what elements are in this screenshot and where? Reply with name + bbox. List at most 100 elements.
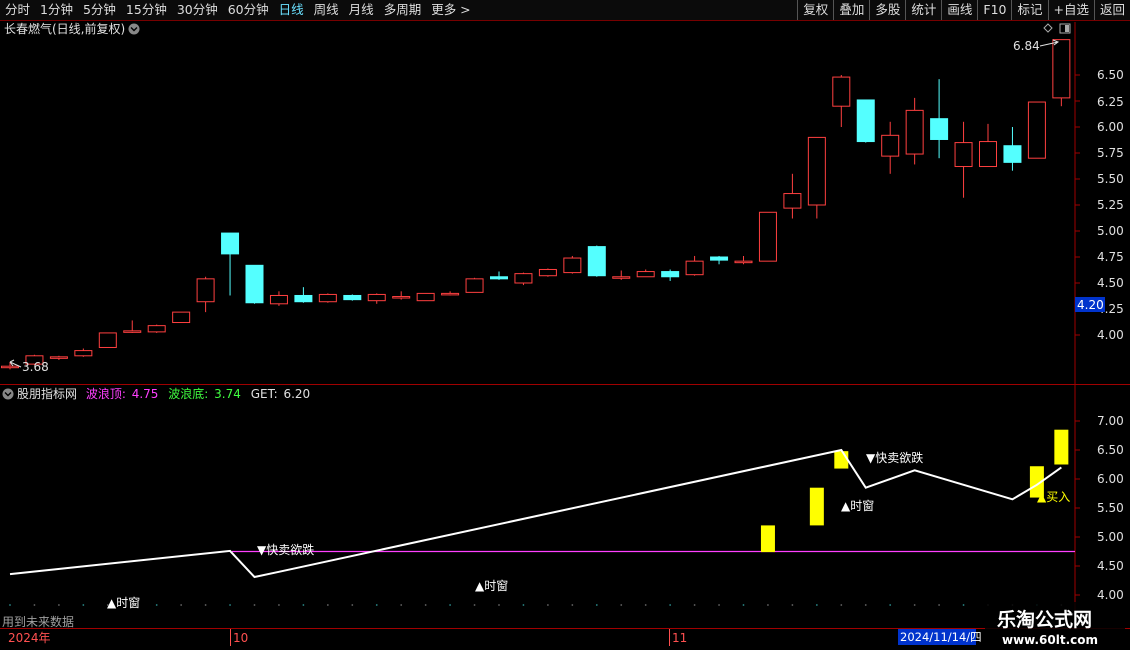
candle — [441, 291, 460, 296]
candle-body — [807, 136, 826, 206]
candle-body — [710, 256, 729, 261]
signal-dot — [302, 604, 305, 606]
get-label: GET: — [251, 387, 278, 401]
indicator-name: 股朋指标网 — [17, 386, 77, 401]
y-tick: 5.50 — [1097, 501, 1124, 515]
candle — [392, 291, 411, 300]
candle — [685, 255, 704, 276]
signal-dot — [375, 604, 378, 606]
get-value: 6.20 — [283, 387, 310, 401]
indicator-header: 股朋指标网 波浪顶: 4.75 波浪底: 3.74 GET: 6.20 — [17, 386, 310, 401]
candle — [612, 270, 631, 280]
candle-body — [98, 332, 117, 348]
y-tick: 4.50 — [1097, 559, 1124, 573]
candle-body — [612, 276, 631, 279]
candle-body — [269, 294, 288, 305]
signal-dot — [962, 604, 965, 606]
signal-dot — [155, 604, 158, 606]
y-tick: 5.75 — [1097, 146, 1124, 160]
candle-body — [954, 142, 973, 168]
indicator-chevron-icon[interactable] — [2, 388, 14, 400]
candle — [661, 269, 680, 281]
candle — [856, 99, 875, 143]
signal-dot — [58, 604, 60, 606]
y-tick: 4.00 — [1097, 328, 1124, 342]
candle — [343, 294, 362, 301]
signal-bars — [760, 429, 1069, 553]
signal-dot — [571, 604, 574, 606]
diamond-icon[interactable] — [1043, 23, 1053, 33]
candle-body — [1, 365, 19, 369]
time-window-label: ▲时窗 — [107, 596, 140, 610]
candle — [269, 291, 288, 306]
signal-dots — [9, 604, 1063, 606]
watermark-title: 乐淘公式网 — [997, 608, 1092, 631]
y-tick: 5.25 — [1097, 198, 1124, 212]
candle-body — [221, 232, 240, 255]
signal-dot — [669, 604, 672, 606]
candle — [1027, 101, 1046, 159]
candle — [318, 293, 337, 303]
chart-canvas[interactable]: 长春燃气(日线,前复权) 6.50 6.00 6.25 5.75 5.50 5.… — [0, 0, 1130, 650]
candle-body — [416, 292, 435, 302]
signal-bar — [760, 525, 775, 553]
signal-dot — [913, 604, 916, 606]
signal-dot — [791, 604, 794, 606]
candle-body — [172, 311, 191, 324]
candle-body — [636, 271, 655, 278]
candle — [196, 276, 215, 313]
candle-body — [661, 271, 680, 278]
signal-dot — [938, 604, 940, 606]
candle — [245, 264, 264, 304]
y-tick: 4.00 — [1097, 588, 1124, 602]
candle-body — [465, 278, 484, 293]
candle-body — [49, 356, 68, 359]
y-tick: 6.00 — [1097, 120, 1124, 134]
candle — [123, 320, 142, 333]
signal-dot — [180, 604, 183, 606]
signal-dot — [253, 604, 256, 606]
candle-body — [245, 264, 264, 304]
wave-bottom-label: 波浪底: — [168, 386, 208, 401]
window-icon[interactable] — [1059, 23, 1071, 34]
candle — [416, 292, 435, 302]
chevron-down-icon[interactable] — [128, 23, 140, 35]
signal-dot — [449, 604, 451, 606]
candle-body — [367, 293, 386, 302]
year-label: 2024年 — [8, 631, 51, 645]
sell-signal-label: ▼快卖欲跌 — [866, 450, 923, 465]
candle — [832, 75, 851, 127]
buy-signal-label: ▲买入 — [1037, 490, 1070, 504]
time-window-label: ▲时窗 — [475, 579, 508, 593]
y-tick-marks — [1075, 74, 1080, 336]
y-tick: 6.00 — [1097, 472, 1124, 486]
signal-dot — [815, 604, 818, 606]
y-tick: 7.00 — [1097, 414, 1124, 428]
signal-bar — [809, 487, 824, 526]
indicator-tick-marks — [1075, 420, 1080, 596]
candle — [807, 136, 826, 219]
signal-dot — [547, 604, 549, 606]
signal-dot — [204, 604, 207, 606]
candle-body — [1003, 145, 1022, 163]
low-price-label: 3.68 — [22, 360, 49, 374]
signal-dot — [889, 604, 892, 606]
candle — [465, 277, 484, 293]
signal-dot — [864, 604, 867, 606]
y-tick: 6.25 — [1097, 95, 1124, 109]
time-axis: 2024年 10 11 2024/11/14/四 — [8, 629, 982, 646]
candle-body — [147, 325, 166, 333]
y-tick: 4.75 — [1097, 250, 1124, 264]
candle — [881, 121, 900, 174]
candle-body — [979, 141, 997, 168]
candle — [734, 255, 753, 265]
signal-dot — [82, 604, 85, 606]
candle-body — [74, 350, 93, 357]
signal-dot — [693, 604, 696, 606]
candle-body — [441, 292, 460, 296]
wave-line — [9, 448, 1062, 579]
candle-body — [563, 257, 582, 274]
candle-body — [758, 211, 777, 262]
y-tick: 6.50 — [1097, 443, 1124, 457]
candle — [367, 293, 386, 304]
